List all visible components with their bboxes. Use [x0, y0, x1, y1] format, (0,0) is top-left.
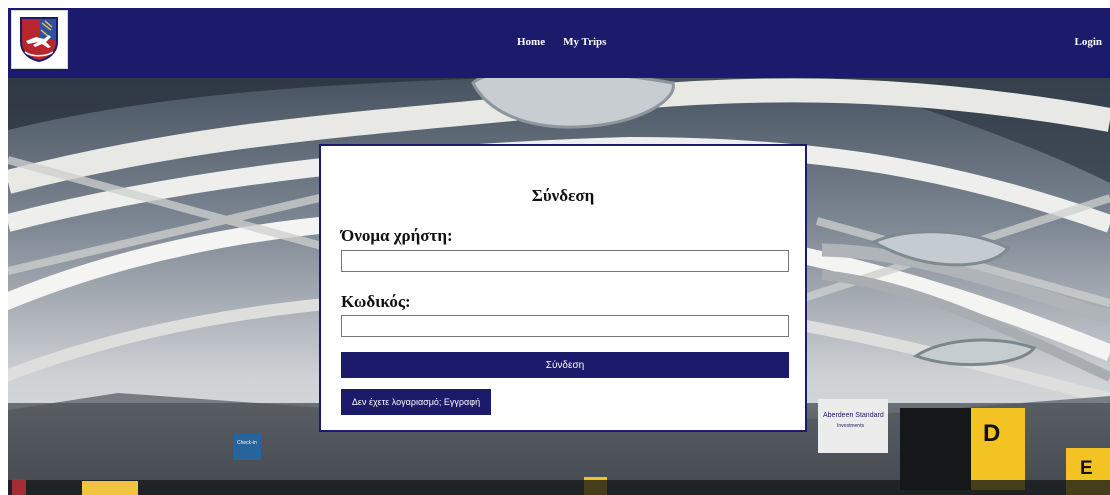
login-title: Σύνδεση — [531, 186, 595, 205]
nav-my-trips[interactable]: My Trips — [563, 36, 606, 48]
gate-e-sign: E — [1080, 458, 1093, 479]
username-label: Όνομα χρήστη: — [341, 226, 453, 245]
main-navigation: Home My Trips — [517, 36, 606, 48]
login-form: Σύνδεση Όνομα χρήστη: Κωδικός: Σύνδεση Δ… — [319, 144, 807, 432]
airline-crest-icon — [20, 17, 58, 62]
aberdeen-sign-subtitle: Investments — [837, 423, 864, 429]
nav-login[interactable]: Login — [1074, 36, 1102, 48]
password-input[interactable] — [341, 315, 789, 337]
top-navbar: Home My Trips Login — [8, 8, 1110, 78]
airline-logo[interactable] — [11, 10, 68, 69]
nav-home[interactable]: Home — [517, 36, 545, 48]
register-button[interactable]: Δεν έχετε λογαριασμό; Εγγραφή — [341, 389, 491, 415]
aberdeen-sign-title: Aberdeen Standard — [823, 412, 884, 419]
gate-d-sign: D — [983, 420, 1000, 447]
checkin-sign: Check-in — [237, 440, 257, 446]
password-label: Κωδικός: — [341, 292, 411, 311]
username-input[interactable] — [341, 250, 789, 272]
login-submit-button[interactable]: Σύνδεση — [341, 352, 789, 378]
